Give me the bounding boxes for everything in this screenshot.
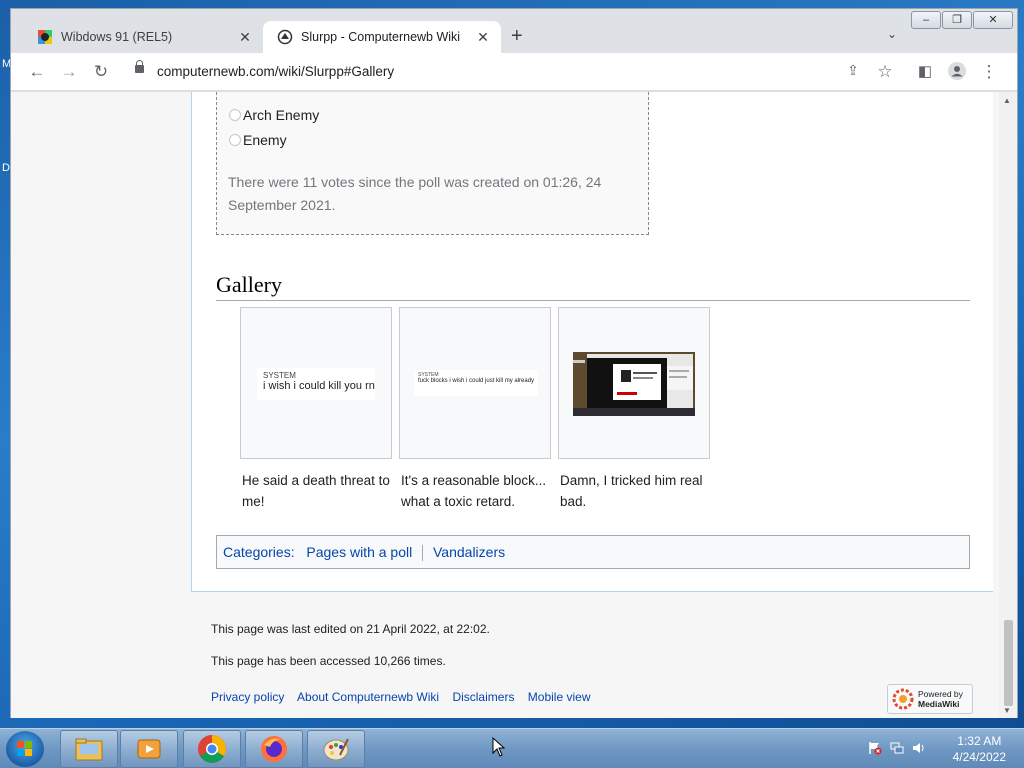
scrollbar-thumb[interactable] — [1004, 620, 1013, 706]
vertical-scrollbar[interactable]: ▲ ▼ — [999, 92, 1017, 718]
close-icon[interactable]: ✕ — [237, 29, 253, 46]
gallery-item: Damn, I tricked him real bad. — [558, 307, 710, 512]
mobile-view-link[interactable]: Mobile view — [528, 690, 591, 704]
tab-title: Wibdows 91 (REL5) — [61, 30, 173, 44]
gallery-thumbnail[interactable] — [558, 307, 710, 459]
window-controls: – ❐ ✕ — [910, 11, 1013, 29]
gallery-caption: Damn, I tricked him real bad. — [560, 473, 703, 509]
url-text[interactable]: computernewb.com/wiki/Slurpp#Gallery — [157, 64, 394, 79]
volume-icon[interactable] — [912, 741, 926, 755]
separator — [422, 545, 424, 562]
taskbar-firefox-button[interactable] — [245, 730, 303, 768]
gallery-thumbnail[interactable]: SYSTEM fuck blocks i wish i could just k… — [399, 307, 551, 459]
mediawiki-logo-icon — [892, 688, 914, 710]
privacy-policy-link[interactable]: Privacy policy — [211, 690, 284, 704]
disclaimers-link[interactable]: Disclaimers — [452, 690, 514, 704]
scroll-up-icon[interactable]: ▲ — [1003, 96, 1011, 105]
clock-date: 4/24/2022 — [952, 750, 1006, 764]
last-edited-text: This page was last edited on 21 April 20… — [211, 622, 490, 636]
gallery-caption: It's a reasonable block... what a toxic … — [401, 473, 547, 509]
gallery-heading: Gallery — [216, 272, 970, 301]
wibdows-favicon-icon — [38, 30, 52, 44]
network-icon[interactable] — [890, 741, 904, 755]
thumb-text: fuck blocks i wish i could just kill my … — [418, 378, 535, 384]
category-pages-with-a-poll[interactable]: Pages with a poll — [306, 544, 412, 560]
taskbar-media-player-button[interactable] — [120, 730, 178, 768]
radio-button[interactable] — [229, 109, 241, 121]
tab-strip: Wibdows 91 (REL5) ✕ Slurpp - Computernew… — [11, 9, 1017, 53]
accessed-count-text: This page has been accessed 10,266 times… — [211, 654, 446, 668]
browser-toolbar: ← → ↻ computernewb.com/wiki/Slurpp#Galle… — [11, 53, 1017, 91]
radio-button[interactable] — [229, 134, 241, 146]
folder-icon — [75, 738, 103, 761]
tab-slurpp[interactable]: Slurpp - Computernewb Wiki ✕ — [263, 21, 501, 53]
categories-label-link[interactable]: Categories: — [223, 544, 295, 560]
action-center-flag-icon[interactable] — [868, 741, 882, 755]
close-window-button[interactable]: ✕ — [973, 11, 1013, 29]
windows-logo-icon — [17, 741, 32, 756]
gallery-thumbnail[interactable]: SYSTEM i wish i could kill you rn — [240, 307, 392, 459]
poll-note: There were 11 votes since the poll was c… — [228, 174, 602, 213]
screenshot-thumbnail-image — [573, 352, 695, 416]
media-player-icon — [137, 739, 161, 759]
desktop-icon-label[interactable]: D — [2, 162, 10, 174]
thumbnail-image: SYSTEM i wish i could kill you rn — [257, 368, 375, 400]
wiki-favicon-icon — [277, 29, 293, 45]
poll-option-label: Arch Enemy — [243, 107, 320, 123]
category-vandalizers[interactable]: Vandalizers — [433, 544, 505, 560]
taskbar-paint-button[interactable] — [307, 730, 365, 768]
thumb-text: i wish i could kill you rn — [263, 380, 375, 392]
mediawiki-label: MediaWiki — [918, 699, 960, 709]
taskbar-chrome-button[interactable] — [183, 730, 241, 768]
close-icon[interactable]: ✕ — [475, 29, 491, 46]
page-footer: This page was last edited on 21 April 20… — [211, 622, 490, 686]
category-links: Categories: Pages with a poll Vandalizer… — [216, 535, 970, 569]
taskbar-explorer-button[interactable] — [60, 730, 118, 768]
poll-option-label: Enemy — [243, 132, 287, 148]
firefox-icon — [261, 736, 287, 762]
tab-title: Slurpp - Computernewb Wiki — [301, 30, 461, 44]
reload-icon[interactable]: ↻ — [91, 62, 111, 82]
footer-links: Privacy policy About Computernewb Wiki D… — [211, 690, 601, 704]
restore-button[interactable]: ❐ — [942, 11, 972, 29]
mouse-cursor-icon — [492, 737, 506, 757]
taskbar: 1:32 AM 4/24/2022 — [0, 728, 1024, 768]
chevron-down-icon[interactable]: ⌄ — [887, 27, 897, 41]
poll-box: Arch Enemy Enemy There were 11 votes sin… — [216, 92, 649, 235]
paint-palette-icon — [323, 738, 349, 761]
profile-icon[interactable] — [947, 62, 967, 85]
system-tray: 1:32 AM 4/24/2022 — [854, 729, 1024, 768]
page-viewport: Arch Enemy Enemy There were 11 votes sin… — [11, 92, 999, 718]
minimize-button[interactable]: – — [911, 11, 941, 29]
start-button[interactable] — [6, 731, 44, 767]
side-panel-icon[interactable]: ◧ — [915, 62, 935, 80]
browser-window: Wibdows 91 (REL5) ✕ Slurpp - Computernew… — [10, 8, 1018, 718]
about-link[interactable]: About Computernewb Wiki — [297, 690, 439, 704]
gallery-item: SYSTEM i wish i could kill you rn He sai… — [240, 307, 392, 512]
chrome-icon — [198, 735, 226, 763]
gallery-caption: He said a death threat to me! — [242, 473, 390, 509]
scroll-down-icon[interactable]: ▼ — [1003, 706, 1011, 715]
powered-by-mediawiki-badge[interactable]: Powered by MediaWiki — [887, 684, 973, 714]
gallery-item: SYSTEM fuck blocks i wish i could just k… — [399, 307, 551, 512]
forward-icon[interactable]: → — [59, 62, 79, 82]
poll-option[interactable]: Arch Enemy — [229, 107, 319, 123]
menu-kebab-icon[interactable]: ⋮ — [979, 62, 999, 82]
share-icon[interactable]: ⇪ — [843, 62, 863, 79]
wiki-content: Arch Enemy Enemy There were 11 votes sin… — [191, 92, 993, 592]
new-tab-icon[interactable]: + — [511, 25, 523, 48]
lock-icon[interactable] — [135, 60, 144, 73]
thumb-label: SYSTEM — [263, 371, 296, 380]
tab-wibdows[interactable]: Wibdows 91 (REL5) ✕ — [23, 21, 263, 53]
bookmark-star-icon[interactable]: ☆ — [875, 62, 895, 82]
clock-time: 1:32 AM — [957, 734, 1002, 748]
back-icon[interactable]: ← — [27, 62, 47, 82]
thumbnail-image: SYSTEM fuck blocks i wish i could just k… — [414, 370, 538, 396]
poll-option[interactable]: Enemy — [229, 132, 287, 148]
taskbar-clock[interactable]: 1:32 AM 4/24/2022 — [953, 733, 1006, 765]
powered-by-label: Powered by — [918, 689, 963, 699]
